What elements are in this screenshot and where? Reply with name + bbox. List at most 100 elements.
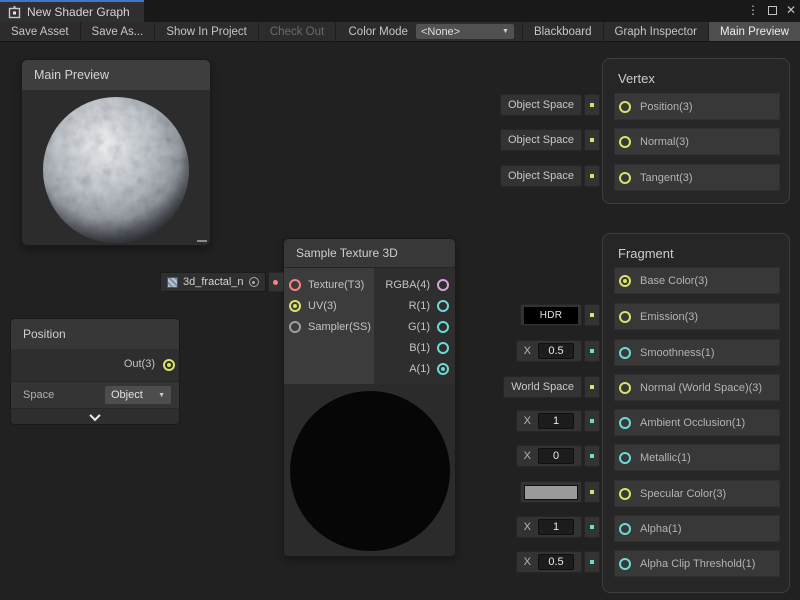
texture-asset-pill[interactable]: 3d_fractal_n [160,272,284,292]
alpha-clip-x-widget[interactable]: X 0.5 [516,551,600,573]
emission-label: Emission(3) [640,311,698,323]
maximize-icon[interactable] [768,6,777,15]
smoothness-input-port[interactable] [619,347,631,359]
position-out-port[interactable] [163,359,175,371]
fragment-node[interactable]: Fragment Base Color(3) Emission(3) Smoot… [602,233,790,593]
preview-sphere [42,96,190,244]
a-output-port[interactable] [437,363,449,375]
fragment-row-metallic[interactable]: Metallic(1) [614,444,780,471]
b-output-port[interactable] [437,342,449,354]
fragment-row-emission[interactable]: Emission(3) [614,303,780,330]
fragment-row-smoothness[interactable]: Smoothness(1) [614,339,780,366]
tab-new-shader-graph[interactable]: New Shader Graph [0,0,144,22]
position-node[interactable]: Position Out(3) Space Object ▼ [10,318,180,425]
position-row-label: Position(3) [640,101,693,113]
fragment-row-specular-color[interactable]: Specular Color(3) [614,480,780,507]
vertex-row-tangent[interactable]: Tangent(3) [614,164,780,191]
main-preview-header[interactable]: Main Preview [22,60,210,90]
port-dot-icon [590,313,594,317]
position-node-title[interactable]: Position [11,319,179,349]
fragment-row-ambient-occlusion[interactable]: Ambient Occlusion(1) [614,409,780,436]
alpha-label: Alpha(1) [640,523,682,535]
normal-ws-input-port[interactable] [619,382,631,394]
graph-canvas[interactable]: Main Preview [0,42,800,600]
specular-color-input-port[interactable] [619,488,631,500]
tangent-space-pill[interactable]: Object Space [500,165,600,187]
save-as-button[interactable]: Save As... [81,22,156,41]
a-output-row[interactable]: A(1) [374,358,449,379]
resize-grip[interactable] [197,240,207,242]
normal-space-pill[interactable]: Object Space [500,129,600,151]
alpha-clip-label: Alpha Clip Threshold(1) [640,558,755,570]
fragment-row-alpha-clip[interactable]: Alpha Clip Threshold(1) [614,550,780,577]
fragment-row-base-color[interactable]: Base Color(3) [614,267,780,294]
fragment-row-alpha[interactable]: Alpha(1) [614,515,780,542]
uv-input-row[interactable]: UV(3) [289,295,374,316]
ambient-occlusion-input-port[interactable] [619,417,631,429]
ambient-occlusion-value-field[interactable]: 1 [538,413,574,429]
sampler-input-row[interactable]: Sampler(SS) [289,316,374,337]
ambient-occlusion-x-widget[interactable]: X 1 [516,410,600,432]
space-dropdown[interactable]: Object ▼ [105,386,171,404]
r-output-row[interactable]: R(1) [374,295,449,316]
b-output-row[interactable]: B(1) [374,337,449,358]
alpha-input-port[interactable] [619,523,631,535]
show-in-project-button[interactable]: Show In Project [155,22,259,41]
emission-hdr-widget[interactable]: HDR [520,304,600,326]
metallic-input-port[interactable] [619,452,631,464]
object-picker-icon[interactable] [249,277,259,287]
main-preview-button[interactable]: Main Preview [708,22,800,41]
x-axis-label: X [524,521,531,533]
alpha-value-field[interactable]: 1 [538,519,574,535]
rgba-output-port[interactable] [437,279,449,291]
normal-space-widget[interactable]: World Space [503,376,600,398]
emission-input-port[interactable] [619,311,631,323]
metallic-value-field[interactable]: 0 [538,448,574,464]
r-output-port[interactable] [437,300,449,312]
main-preview-viewport[interactable] [22,90,210,245]
smoothness-value-field[interactable]: 0.5 [538,343,574,359]
specular-color-widget[interactable] [520,481,600,503]
sample-texture-3d-title[interactable]: Sample Texture 3D [284,239,455,268]
uv-input-port[interactable] [289,300,301,312]
g-output-row[interactable]: G(1) [374,316,449,337]
position-input-port[interactable] [619,101,631,113]
kebab-menu-icon[interactable]: ⋮ [747,4,759,16]
hdr-color-swatch[interactable]: HDR [524,307,578,324]
fragment-row-normal-ws[interactable]: Normal (World Space)(3) [614,374,780,401]
base-color-input-port[interactable] [619,275,631,287]
tangent-row-label: Tangent(3) [640,172,693,184]
color-mode-dropdown[interactable]: <None> ▼ [416,24,514,39]
texture-input-port[interactable] [289,279,301,291]
alpha-clip-input-port[interactable] [619,558,631,570]
rgba-output-row[interactable]: RGBA(4) [374,274,449,295]
vertex-row-position[interactable]: Position(3) [614,93,780,120]
position-space-pill[interactable]: Object Space [500,94,600,116]
specular-color-swatch[interactable] [524,485,578,500]
position-out-row[interactable]: Out(3) [11,349,179,381]
texture-input-row[interactable]: Texture(T3) [289,274,374,295]
close-icon[interactable]: ✕ [786,4,796,16]
metallic-x-widget[interactable]: X 0 [516,445,600,467]
shader-toolbar: Save Asset Save As... Show In Project Ch… [0,22,800,42]
color-mode-label: Color Mode [339,22,416,41]
vertex-node[interactable]: Vertex Position(3) Normal(3) Tangent(3) [602,58,790,204]
alpha-x-widget[interactable]: X 1 [516,516,600,538]
graph-inspector-button[interactable]: Graph Inspector [603,22,708,41]
vertex-node-title: Vertex [603,59,789,92]
smoothness-x-widget[interactable]: X 0.5 [516,340,600,362]
save-asset-button[interactable]: Save Asset [0,22,81,41]
collapse-row[interactable] [11,408,179,424]
blackboard-button[interactable]: Blackboard [522,22,603,41]
sample-node-inputs: Texture(T3) UV(3) Sampler(SS) [284,268,374,384]
normal-input-port[interactable] [619,136,631,148]
port-dot-icon [590,490,594,494]
sample-texture-3d-node[interactable]: Sample Texture 3D Texture(T3) UV(3) Samp… [283,238,456,557]
sampler-input-port[interactable] [289,321,301,333]
tangent-input-port[interactable] [619,172,631,184]
vertex-row-normal[interactable]: Normal(3) [614,128,780,155]
g-output-port[interactable] [437,321,449,333]
alpha-clip-value-field[interactable]: 0.5 [538,554,574,570]
main-preview-window[interactable]: Main Preview [22,60,210,245]
port-dot-icon [590,560,594,564]
